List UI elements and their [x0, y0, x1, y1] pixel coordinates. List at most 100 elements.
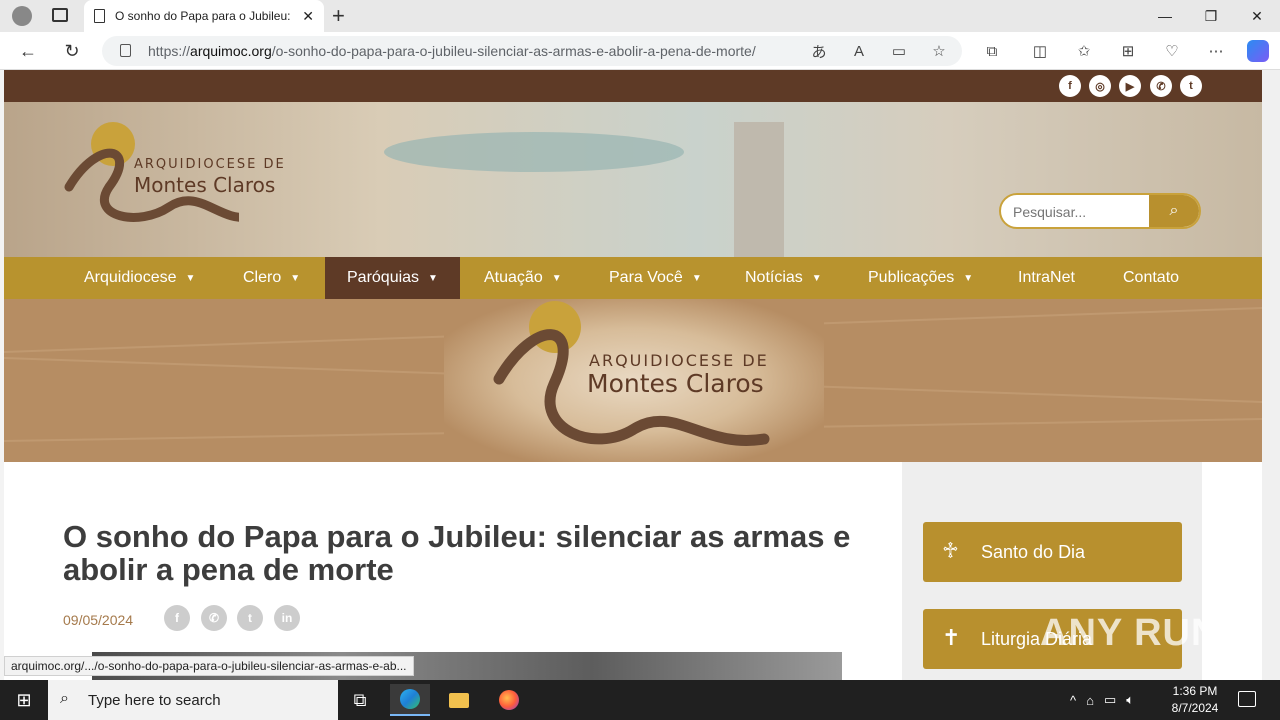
taskbar-search-placeholder: Type here to search [88, 691, 221, 709]
performance-icon[interactable]: ♡ [1161, 40, 1183, 62]
chevron-down-icon: ▼ [811, 272, 822, 284]
url-host: arquimoc.org [190, 43, 272, 59]
chevron-down-icon: ▼ [963, 272, 974, 284]
start-button[interactable]: ⊞ [0, 680, 48, 720]
whatsapp-icon[interactable]: ✆ [1150, 75, 1172, 97]
notifications-icon[interactable] [1238, 691, 1256, 707]
menu-item-contato[interactable]: Contato [1101, 257, 1201, 299]
chevron-down-icon: ▼ [551, 272, 562, 284]
firefox-icon[interactable] [489, 684, 529, 716]
bible-icon: ✝ [942, 625, 961, 650]
page-icon [94, 9, 105, 23]
copilot-icon[interactable] [1247, 40, 1269, 62]
system-tray: ^ ⌂ ▭ 🔈︎ [1070, 680, 1134, 720]
menu-label: Contato [1123, 269, 1180, 286]
menu-label: IntraNet [1018, 269, 1075, 286]
close-window-button[interactable]: ✕ [1234, 0, 1280, 32]
chevron-up-icon[interactable]: ^ [1070, 693, 1076, 708]
menu-item-publicacoes[interactable]: Publicações ▼ [846, 257, 995, 299]
sidebar-item-santo-do-dia[interactable]: ♱ Santo do Dia [923, 522, 1182, 582]
menu-item-arquidiocese[interactable]: Arquidiocese ▼ [62, 257, 217, 299]
edge-icon[interactable] [390, 684, 430, 716]
minimize-button[interactable]: — [1142, 0, 1188, 32]
file-explorer-icon[interactable] [439, 684, 479, 716]
menu-label: Paróquias [347, 269, 420, 286]
menu-label: Arquidiocese [84, 269, 177, 286]
extensions-icon[interactable]: ⧉ [981, 40, 1003, 62]
share-whatsapp-icon[interactable]: ✆ [201, 605, 227, 631]
hero-landscape [384, 132, 684, 172]
chevron-down-icon: ▼ [691, 272, 702, 284]
refresh-button[interactable]: ↻ [58, 38, 86, 64]
anyrun-watermark: ANY RUN [1040, 612, 1220, 654]
site-logo[interactable]: ARQUIDIOCESE DE Montes Claros [59, 117, 299, 237]
split-screen-icon[interactable]: ◫ [1029, 40, 1051, 62]
menu-label: Notícias [745, 269, 803, 286]
menu-item-noticias[interactable]: Notícias ▼ [723, 257, 844, 299]
browser-tab[interactable]: O sonho do Papa para o Jubileu: ✕ [84, 0, 324, 32]
back-button[interactable]: ← [14, 38, 42, 64]
menu-item-intranet[interactable]: IntraNet [996, 257, 1097, 299]
task-view-icon[interactable]: ⧉ [340, 684, 380, 716]
url-prefix: https:// [148, 43, 191, 59]
share-twitter-icon[interactable]: t [237, 605, 263, 631]
youtube-icon[interactable]: ▶ [1119, 75, 1141, 97]
windows-logo-icon: ⊞ [16, 689, 32, 710]
more-options-icon[interactable]: ⋯ [1205, 40, 1227, 62]
windows-taskbar: ⊞ ⌕ Type here to search ⧉ ^ ⌂ ▭ 🔈︎ 1:36 … [0, 680, 1280, 720]
sidebar-item-label: Santo do Dia [981, 541, 1086, 562]
menu-label: Publicações [868, 269, 955, 286]
url-path: /o-sonho-do-papa-para-o-jubileu-silencia… [271, 43, 756, 59]
header-hero: ARQUIDIOCESE DE Montes Claros ⌕ [4, 102, 1262, 257]
article-area: O sonho do Papa para o Jubileu: silencia… [4, 462, 902, 680]
url-field[interactable]: https://arquimoc.org/o-sonho-do-papa-par… [102, 36, 962, 66]
logo-line-2: Montes Claros [587, 369, 764, 398]
article-date: 09/05/2024 [63, 612, 134, 628]
chevron-down-icon: ▼ [428, 272, 438, 284]
share-linkedin-icon[interactable]: in [274, 605, 300, 631]
logo-line-1: ARQUIDIOCESE DE [589, 351, 769, 370]
main-menu: Arquidiocese ▼ Clero ▼ Paróquias ▼ Atuação ▼… [4, 257, 1262, 299]
favorites-icon[interactable]: ✩ [1073, 40, 1095, 62]
taskbar-search[interactable]: ⌕ Type here to search [48, 680, 338, 720]
chevron-down-icon: ▼ [290, 272, 301, 284]
social-strip: f ◎ ▶ ✆ t [4, 70, 1262, 102]
close-tab-icon[interactable]: ✕ [302, 8, 314, 25]
search-icon: ⌕ [1169, 202, 1179, 219]
translate-icon[interactable]: あ [808, 40, 830, 62]
new-tab-button[interactable]: + [332, 3, 345, 29]
page-scrollbar[interactable] [1262, 70, 1280, 680]
read-aloud-icon[interactable]: A [848, 40, 870, 62]
tab-actions-icon[interactable] [52, 8, 68, 22]
clock-date: 8/7/2024 [1171, 701, 1219, 715]
search-button[interactable]: ⌕ [1149, 195, 1199, 227]
lock-icon [120, 44, 131, 57]
link-status-bar: arquimoc.org/.../o-sonho-do-papa-para-o-… [4, 656, 414, 676]
share-facebook-icon[interactable]: f [164, 605, 190, 631]
menu-item-paroquias[interactable]: Paróquias ▼ [325, 257, 460, 299]
twitter-icon[interactable]: t [1180, 75, 1202, 97]
network-icon[interactable]: ▭ [1104, 692, 1116, 708]
tab-title: O sonho do Papa para o Jubileu: [115, 9, 291, 23]
meet-now-icon[interactable]: ⌂ [1086, 693, 1094, 708]
taskbar-clock[interactable]: 1:36 PM 8/7/2024 [1160, 683, 1230, 717]
search-input[interactable] [1013, 201, 1148, 223]
web-page: f ◎ ▶ ✆ t ARQUIDIOCESE DE Montes Claros … [4, 70, 1262, 680]
address-bar-row: ← ↻ https://arquimoc.org/o-sonho-do-papa… [0, 32, 1280, 70]
restore-button[interactable]: ❐ [1188, 0, 1234, 32]
search-icon: ⌕ [60, 690, 69, 707]
immersive-reader-icon[interactable]: ▭ [888, 40, 910, 62]
menu-item-atuacao[interactable]: Atuação ▼ [462, 257, 584, 299]
menu-item-clero[interactable]: Clero ▼ [221, 257, 322, 299]
banner-logo: ARQUIDIOCESE DE Montes Claros [484, 299, 804, 462]
menu-item-para-voce[interactable]: Para Você ▼ [587, 257, 724, 299]
facebook-icon[interactable]: f [1059, 75, 1081, 97]
volume-icon[interactable]: 🔈︎ [1126, 692, 1134, 708]
menu-label: Para Você [609, 269, 683, 286]
instagram-icon[interactable]: ◎ [1089, 75, 1111, 97]
logo-line-1: ARQUIDIOCESE DE [134, 157, 286, 172]
favorite-star-icon[interactable]: ☆ [928, 40, 950, 62]
collections-icon[interactable]: ⊞ [1117, 40, 1139, 62]
menu-label: Clero [243, 269, 282, 286]
profile-icon[interactable] [12, 6, 32, 26]
